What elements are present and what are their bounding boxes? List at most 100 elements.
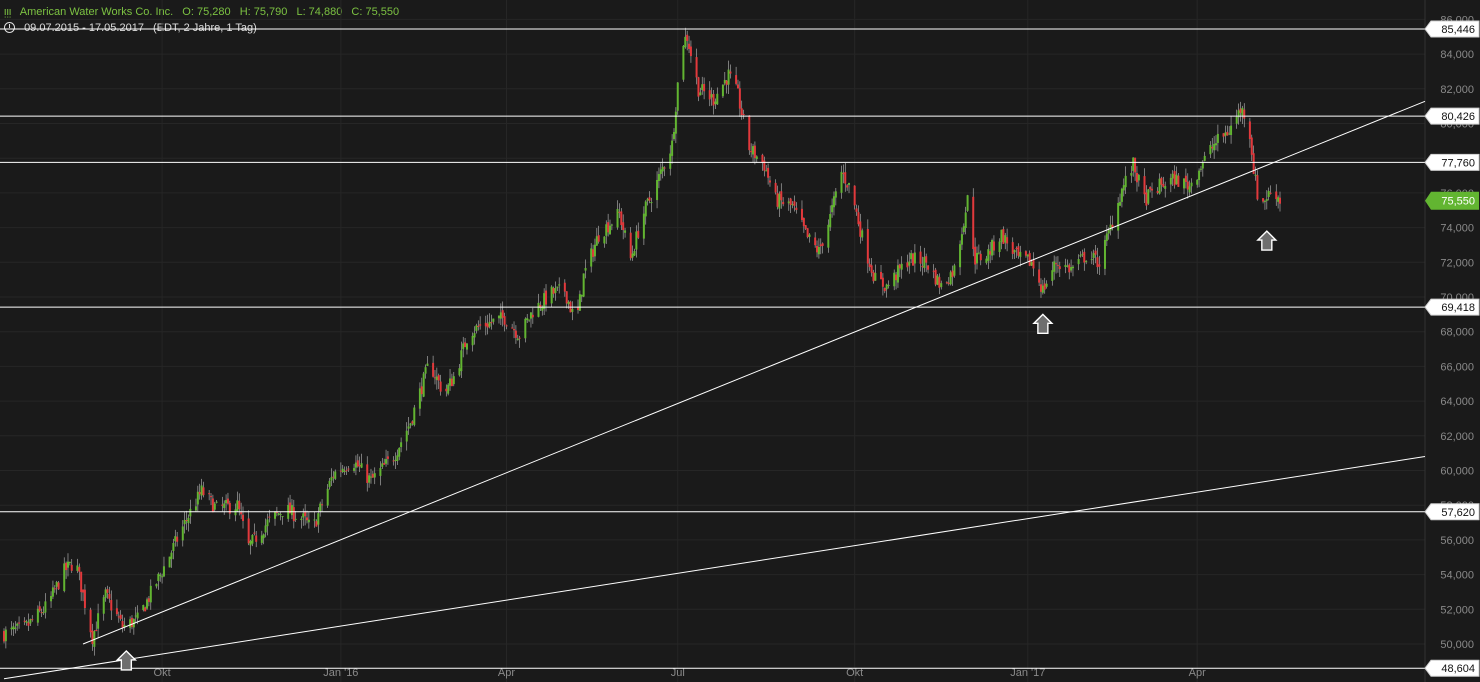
candle-body bbox=[883, 287, 886, 292]
candle-body bbox=[176, 536, 179, 542]
candle-body bbox=[676, 82, 679, 111]
candle-body bbox=[752, 146, 755, 155]
candle-body bbox=[686, 34, 689, 41]
candle-body bbox=[563, 282, 566, 292]
candle-body bbox=[682, 45, 685, 80]
candle-body bbox=[975, 252, 978, 264]
candle-body bbox=[1117, 202, 1120, 231]
candle-body bbox=[1019, 251, 1022, 257]
candle-body bbox=[142, 605, 145, 611]
candle-body bbox=[1096, 257, 1099, 268]
candle-body bbox=[848, 182, 851, 185]
x-tick-label: Apr bbox=[1189, 667, 1206, 679]
candle-body bbox=[1071, 266, 1074, 269]
candle-body bbox=[945, 282, 948, 284]
candle-body bbox=[789, 198, 792, 205]
candle-body bbox=[663, 167, 666, 169]
candle-body bbox=[765, 170, 768, 172]
candle-body bbox=[1175, 174, 1178, 185]
candle-body bbox=[659, 169, 662, 174]
candle-body bbox=[827, 224, 830, 248]
candle-body bbox=[1184, 175, 1187, 182]
candle-body bbox=[657, 174, 660, 181]
candle-body bbox=[699, 92, 702, 96]
candle-body bbox=[80, 571, 83, 593]
candle-body bbox=[1173, 171, 1176, 186]
candle-body bbox=[622, 222, 625, 231]
y-tick-label: 68,000 bbox=[1440, 327, 1474, 339]
candle-body bbox=[398, 447, 401, 457]
candle-body bbox=[661, 166, 664, 172]
candle-body bbox=[198, 492, 201, 495]
candle-body bbox=[83, 589, 86, 609]
candle-body bbox=[979, 253, 982, 261]
candle-body bbox=[859, 221, 862, 237]
candle-body bbox=[66, 561, 69, 568]
candle-body bbox=[537, 302, 540, 317]
price-chart[interactable]: Okt Jan '16 Apr Jul Okt Jan '17 Apr 50,000 52,00… bbox=[0, 0, 1480, 682]
candle-body bbox=[302, 513, 305, 518]
candle-body bbox=[196, 491, 199, 505]
candle-body bbox=[816, 245, 819, 253]
candle-body bbox=[486, 323, 489, 328]
candle-body bbox=[1085, 260, 1088, 263]
candle-body bbox=[146, 599, 149, 609]
candle-body bbox=[91, 630, 94, 645]
candle-body bbox=[1275, 191, 1278, 200]
candle-body bbox=[1070, 267, 1073, 271]
candle-body bbox=[1147, 189, 1150, 204]
candle-body bbox=[633, 250, 636, 256]
candle-body bbox=[1243, 109, 1246, 119]
candle-body bbox=[898, 264, 901, 269]
candle-body bbox=[755, 156, 758, 160]
candle-body bbox=[106, 589, 109, 593]
candle-body bbox=[529, 312, 532, 319]
candle-body bbox=[558, 284, 561, 286]
candle-body bbox=[136, 612, 139, 619]
candle-body bbox=[552, 288, 555, 294]
candle-body bbox=[987, 249, 990, 261]
candle-body bbox=[674, 111, 677, 134]
candle-body bbox=[1279, 197, 1281, 204]
candle-body bbox=[814, 237, 817, 246]
candle-body bbox=[236, 500, 239, 511]
y-tick-label: 62,000 bbox=[1440, 431, 1474, 443]
candle-body bbox=[174, 536, 177, 542]
candle-body bbox=[449, 378, 452, 386]
candle-body bbox=[921, 266, 924, 268]
candle-body bbox=[1066, 265, 1069, 267]
candle-body bbox=[277, 513, 280, 515]
candle-body bbox=[712, 93, 715, 106]
candle-body bbox=[1077, 259, 1080, 265]
candle-body bbox=[1216, 133, 1219, 143]
candle-body bbox=[951, 270, 954, 278]
candle-body bbox=[471, 335, 474, 346]
candle-body bbox=[648, 197, 651, 201]
candle-body bbox=[413, 407, 416, 426]
candle-body bbox=[1151, 188, 1154, 191]
candle-body bbox=[1209, 144, 1212, 155]
candle-body bbox=[405, 430, 408, 442]
candle-body bbox=[373, 473, 376, 478]
candle-body bbox=[768, 180, 771, 183]
candle-body bbox=[567, 301, 570, 305]
candle-body bbox=[684, 36, 687, 48]
candle-body bbox=[913, 252, 916, 264]
candle-body bbox=[475, 325, 478, 331]
candle-body bbox=[1241, 107, 1244, 116]
candle-body bbox=[829, 213, 832, 228]
candle-body bbox=[328, 480, 331, 488]
candle-body bbox=[800, 208, 803, 220]
candle-body bbox=[605, 224, 608, 236]
candle-body bbox=[27, 622, 30, 626]
candle-body bbox=[910, 253, 913, 260]
candle-body bbox=[831, 205, 834, 213]
candle-body bbox=[317, 513, 320, 525]
candle-body bbox=[1132, 157, 1135, 171]
candle-body bbox=[76, 565, 79, 571]
candle-body bbox=[339, 470, 342, 472]
candle-body bbox=[906, 262, 909, 268]
y-tick-label: 50,000 bbox=[1440, 639, 1474, 651]
candle-body bbox=[742, 114, 745, 116]
candle-body bbox=[1201, 162, 1204, 169]
